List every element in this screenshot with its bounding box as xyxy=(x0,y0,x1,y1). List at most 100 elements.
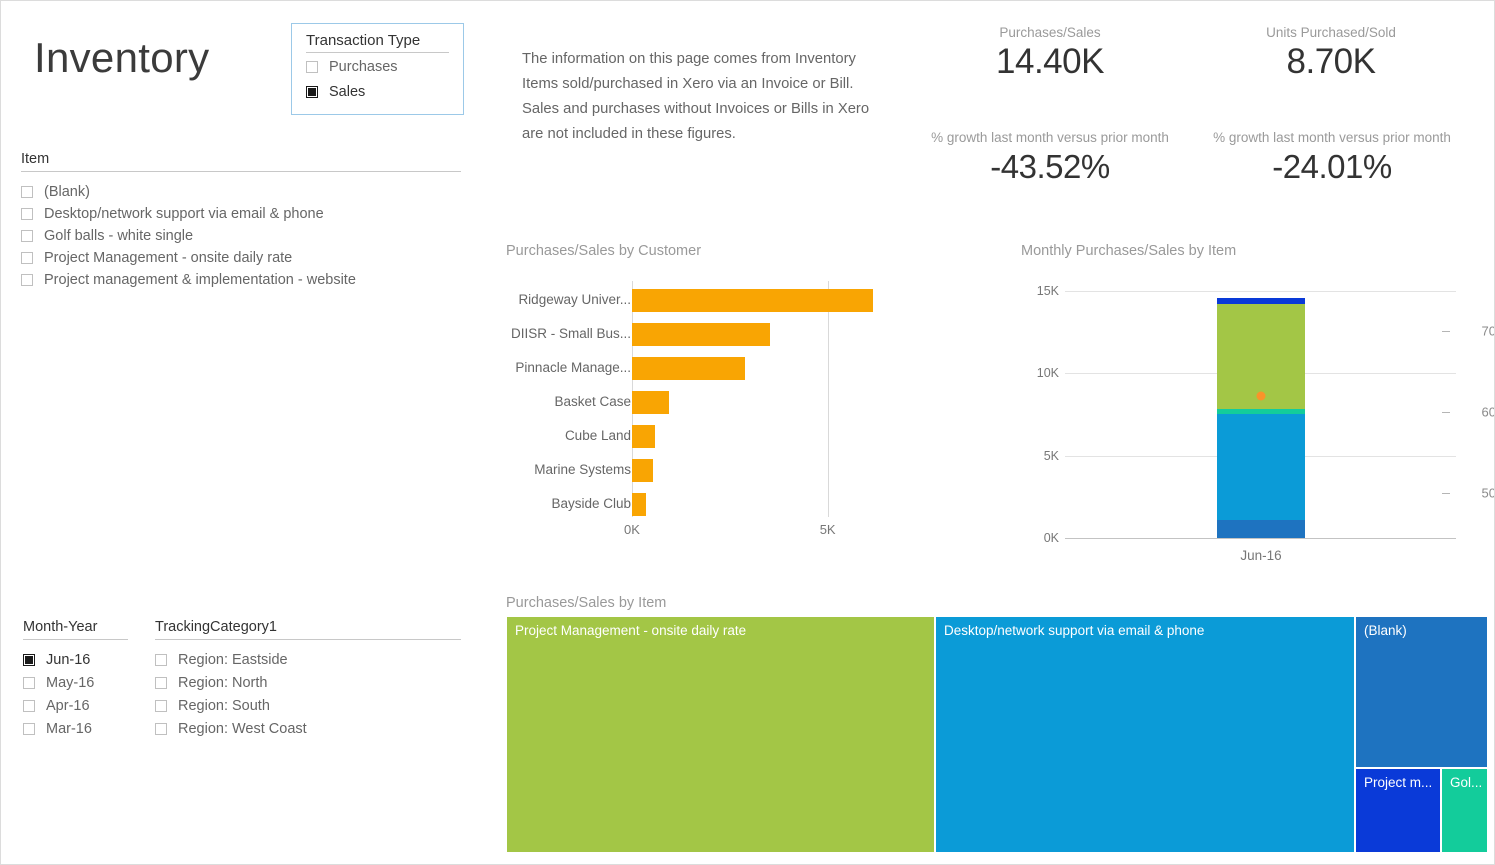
checkbox-icon[interactable] xyxy=(155,699,167,712)
slicer-item[interactable]: Item (Blank) Desktop/network support via… xyxy=(21,151,461,291)
checkbox-icon[interactable] xyxy=(306,60,318,73)
slicer-item-purchases[interactable]: Purchases xyxy=(306,55,449,78)
checkbox-icon[interactable] xyxy=(23,676,35,689)
kpi-label: Units Purchased/Sold xyxy=(1266,25,1396,40)
slicer-item-region-eastside[interactable]: Region: Eastside xyxy=(155,648,461,671)
info-text: The information on this page comes from … xyxy=(522,51,870,142)
slicer-item-label: May-16 xyxy=(46,674,95,691)
secondary-y-axis-tick-label: 70 xyxy=(1481,323,1495,339)
treemap-tile[interactable]: Project m... xyxy=(1355,768,1441,853)
chart-title: Monthly Purchases/Sales by Item xyxy=(1021,243,1237,259)
bar-rect[interactable] xyxy=(632,391,669,414)
bar-row[interactable]: Basket Case xyxy=(506,385,926,419)
checkbox-checked-icon[interactable] xyxy=(23,653,35,666)
slicer-item-region-north[interactable]: Region: North xyxy=(155,671,461,694)
treemap-tile[interactable]: Desktop/network support via email & phon… xyxy=(935,616,1355,853)
stack-segment[interactable] xyxy=(1217,413,1305,520)
slicer-item-project-management-onsite[interactable]: Project Management - onsite daily rate xyxy=(21,247,461,269)
bar-rect[interactable] xyxy=(632,459,653,482)
secondary-y-axis-tick-label: 50 xyxy=(1481,485,1495,501)
checkbox-icon[interactable] xyxy=(21,208,33,220)
kpi-card-growth-purchases-sales: % growth last month versus prior month -… xyxy=(909,130,1191,189)
x-axis-tick-label: Jun-16 xyxy=(1240,548,1282,563)
bar-axis-tick-label: 5K xyxy=(819,522,836,537)
slicer-item-label: Project Management - onsite daily rate xyxy=(44,250,293,266)
line-series-marker[interactable] xyxy=(1256,391,1266,401)
bar-row[interactable]: Marine Systems xyxy=(506,453,926,487)
treemap-tile[interactable]: Gol... xyxy=(1441,768,1488,853)
y-axis-tick-label: 15K xyxy=(1036,284,1059,298)
slicer-item-label: Desktop/network support via email & phon… xyxy=(44,206,324,222)
slicer-item-label: Apr-16 xyxy=(46,697,90,714)
slicer-month-year-header: Month-Year xyxy=(23,619,128,640)
kpi-value: -43.52% xyxy=(990,148,1110,185)
chart-monthly-purchases-sales-by-item[interactable]: Monthly Purchases/Sales by Item 0K 5K 10K 1… xyxy=(1021,243,1495,563)
slicer-item-may-16[interactable]: May-16 xyxy=(23,671,128,694)
bar-row[interactable]: DIISR - Small Bus... xyxy=(506,317,926,351)
slicer-month-year[interactable]: Month-Year Jun-16 May-16 Apr-16 Mar-16 xyxy=(23,619,128,740)
slicer-item-mar-16[interactable]: Mar-16 xyxy=(23,717,128,740)
bar-category-label: DIISR - Small Bus... xyxy=(510,326,631,341)
slicer-item-golf-balls[interactable]: Golf balls - white single xyxy=(21,225,461,247)
treemap-tile[interactable]: (Blank) xyxy=(1355,616,1488,768)
chart-purchases-sales-by-item-treemap[interactable]: Purchases/Sales by Item Project Manageme… xyxy=(506,595,1488,855)
chart-title: Purchases/Sales by Item xyxy=(506,595,667,611)
checkbox-icon[interactable] xyxy=(21,274,33,286)
chart-title: Purchases/Sales by Customer xyxy=(506,243,702,259)
slicer-item-label: Region: North xyxy=(178,674,268,691)
bar-row[interactable]: Bayside Club xyxy=(506,487,926,521)
kpi-card-units-purchased-sold: Units Purchased/Sold 8.70K xyxy=(1211,25,1451,84)
slicer-item-project-management-website[interactable]: Project management & implementation - we… xyxy=(21,269,461,291)
checkbox-icon[interactable] xyxy=(155,653,167,666)
bar-category-label: Pinnacle Manage... xyxy=(515,360,631,375)
bar-rect[interactable] xyxy=(632,493,646,516)
bar-category-label: Marine Systems xyxy=(534,462,631,477)
slicer-item-label: Region: West Coast xyxy=(178,720,307,737)
treemap-tile-label: Project Management - onsite daily rate xyxy=(515,623,747,638)
bar-category-label: Basket Case xyxy=(554,394,631,409)
bar-rect[interactable] xyxy=(632,357,746,380)
slicer-item-apr-16[interactable]: Apr-16 xyxy=(23,694,128,717)
page-title: Inventory xyxy=(34,34,210,81)
checkbox-icon[interactable] xyxy=(23,699,35,712)
checkbox-icon[interactable] xyxy=(21,252,33,264)
slicer-item-label: Mar-16 xyxy=(46,720,92,737)
bar-category-label: Cube Land xyxy=(564,428,631,443)
checkbox-checked-icon[interactable] xyxy=(306,85,318,98)
treemap-tile-label: (Blank) xyxy=(1364,623,1407,638)
y-axis-tick-label: 0K xyxy=(1043,531,1059,545)
y-axis-tick-label: 5K xyxy=(1043,448,1059,463)
bar-category-label: Bayside Club xyxy=(551,496,631,511)
slicer-item-jun-16[interactable]: Jun-16 xyxy=(23,648,128,671)
slicer-item-desktop-support[interactable]: Desktop/network support via email & phon… xyxy=(21,203,461,225)
stack-segment[interactable] xyxy=(1217,297,1305,305)
kpi-label: Purchases/Sales xyxy=(999,25,1101,40)
slicer-item-label: Purchases xyxy=(329,58,398,75)
bar-rect[interactable] xyxy=(632,323,771,346)
bar-rect[interactable] xyxy=(632,289,874,312)
slicer-tracking-category[interactable]: TrackingCategory1 Region: Eastside Regio… xyxy=(155,619,461,740)
treemap-tile[interactable]: Project Management - onsite daily rate xyxy=(506,616,935,853)
stacked-column[interactable] xyxy=(1217,297,1305,538)
slicer-item-region-west-coast[interactable]: Region: West Coast xyxy=(155,717,461,740)
checkbox-icon[interactable] xyxy=(21,186,33,198)
bar-row[interactable]: Pinnacle Manage... xyxy=(506,351,926,385)
treemap-tile-label: Gol... xyxy=(1450,775,1483,790)
chart-purchases-sales-by-customer[interactable]: Purchases/Sales by Customer 0K 5K Ridgeway… xyxy=(506,243,926,553)
slicer-item-blank[interactable]: (Blank) xyxy=(21,181,461,203)
checkbox-icon[interactable] xyxy=(23,722,35,735)
stack-segment[interactable] xyxy=(1217,519,1305,538)
slicer-item-region-south[interactable]: Region: South xyxy=(155,694,461,717)
bar-plot-area: 0K 5K Ridgeway Univer... DIISR - Small Bus.… xyxy=(506,281,926,537)
checkbox-icon[interactable] xyxy=(155,722,167,735)
checkbox-icon[interactable] xyxy=(21,230,33,242)
bar-row[interactable]: Ridgeway Univer... xyxy=(506,283,926,317)
slicer-item-header: Item xyxy=(21,151,461,172)
slicer-item-sales[interactable]: Sales xyxy=(306,80,449,103)
checkbox-icon[interactable] xyxy=(155,676,167,689)
slicer-transaction-type-header: Transaction Type xyxy=(306,32,449,53)
bar-rect[interactable] xyxy=(632,425,655,448)
bar-axis-tick-label: 0K xyxy=(624,522,640,537)
slicer-transaction-type[interactable]: Transaction Type Purchases Sales xyxy=(291,23,464,115)
bar-row[interactable]: Cube Land xyxy=(506,419,926,453)
